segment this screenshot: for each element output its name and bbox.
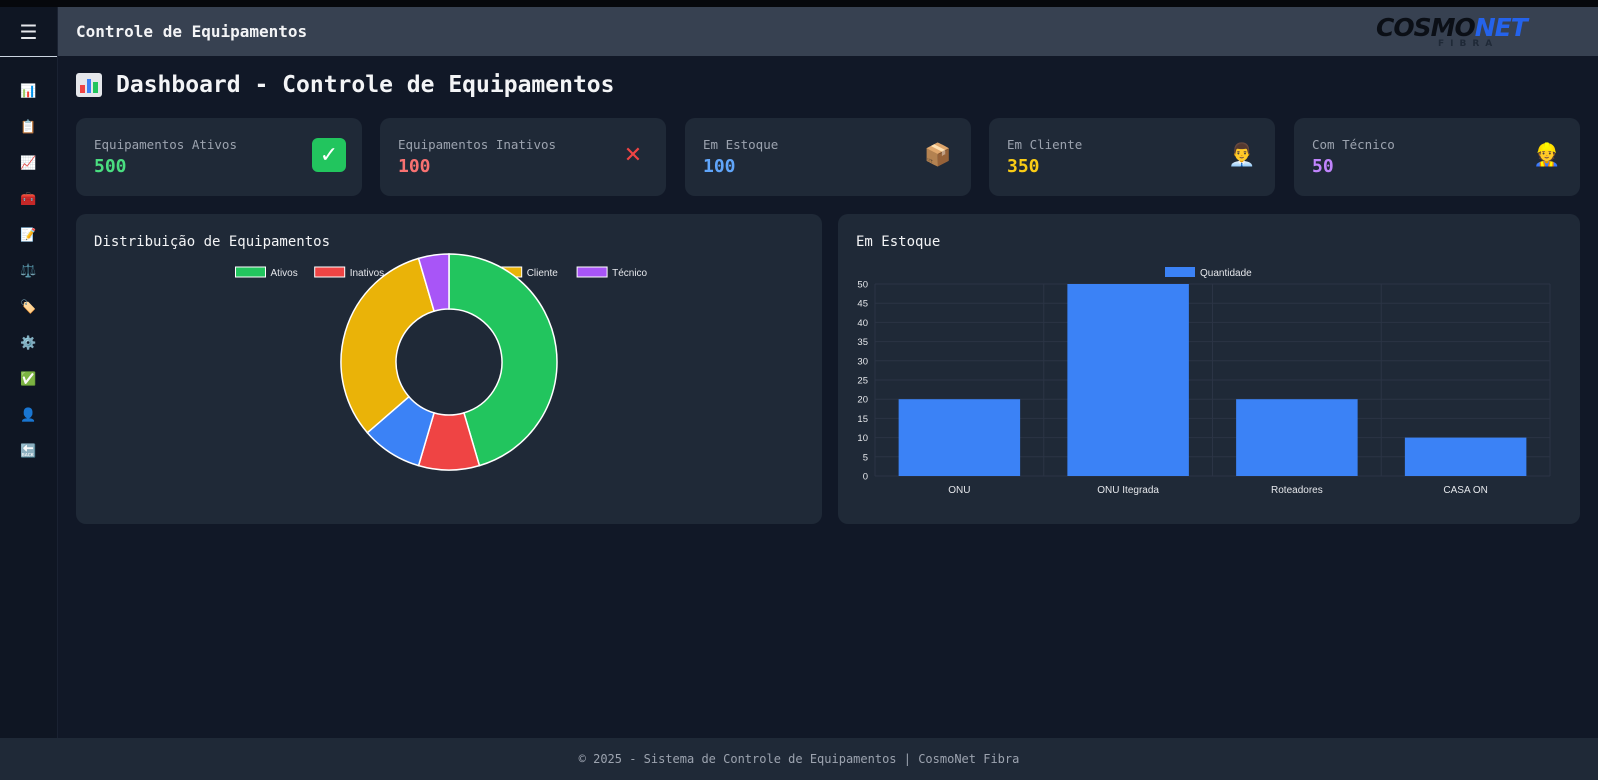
legend-swatch (1165, 267, 1195, 277)
distribution-panel: Distribuição de Equipamentos Ativos Inati… (76, 214, 822, 524)
y-tick-label: 45 (857, 299, 868, 310)
footer-text: © 2025 - Sistema de Controle de Equipame… (578, 752, 1020, 766)
card-label: Com Técnico (1312, 137, 1395, 152)
legend-swatch (576, 266, 608, 278)
toolbox-icon[interactable]: 🧰 (0, 181, 57, 217)
x-tick-label: CASA ON (1443, 485, 1487, 496)
stat-card: Equipamentos Ativos 500 ✓ (76, 118, 362, 196)
legend-item[interactable]: Técnico (576, 266, 648, 279)
legend-swatch (235, 266, 266, 278)
page-title: Dashboard - Controle de Equipamentos (76, 72, 615, 98)
bar-chart-icon (76, 73, 102, 97)
stat-card: Com Técnico 50 👷 (1294, 118, 1580, 196)
card-label: Equipamentos Inativos (398, 137, 557, 152)
top-bar: Controle de Equipamentos COSMONET FIBRA (58, 7, 1598, 56)
card-value: 500 (94, 156, 127, 177)
legend-label: Cliente (527, 268, 559, 279)
construction-worker-icon: 👷 (1533, 142, 1561, 168)
stat-card: Em Cliente 350 👨‍💼 (989, 118, 1275, 196)
card-label: Em Cliente (1007, 137, 1083, 152)
stat-card: Em Estoque 100 📦 (685, 118, 971, 196)
y-tick-label: 0 (863, 472, 868, 483)
y-tick-label: 5 (863, 452, 868, 463)
balance-scale-icon[interactable]: ⚖️ (0, 253, 57, 289)
legend-item[interactable]: Ativos (235, 266, 298, 279)
card-value: 350 (1007, 156, 1040, 177)
distribution-title: Distribuição de Equipamentos (94, 234, 331, 250)
y-tick-label: 30 (857, 356, 868, 367)
label-tag-icon[interactable]: 🏷️ (0, 289, 57, 325)
card-label: Em Estoque (703, 137, 779, 152)
sidebar-nav: 📊 📋 📈 🧰 📝 ⚖️ 🏷️ ⚙️ ✅ 👤 🔙 (0, 57, 57, 469)
footer: © 2025 - Sistema de Controle de Equipame… (0, 738, 1598, 780)
chart-increasing-icon[interactable]: 📈 (0, 145, 57, 181)
legend-item[interactable]: Quantidade (1165, 267, 1252, 279)
check-mark-icon: ✓ (312, 138, 346, 172)
top-strip (0, 0, 1598, 7)
cross-mark-icon: ✕ (623, 142, 643, 168)
stat-card: Equipamentos Inativos 100 ✕ (380, 118, 666, 196)
hamburger-icon[interactable]: ☰ (0, 7, 57, 57)
package-icon: 📦 (924, 142, 952, 168)
card-value: 50 (1312, 156, 1334, 177)
memo-icon[interactable]: 📝 (0, 217, 57, 253)
y-tick-label: 10 (857, 433, 868, 444)
stock-title: Em Estoque (856, 234, 941, 250)
y-tick-label: 20 (857, 395, 868, 406)
card-value: 100 (398, 156, 431, 177)
app-title: Controle de Equipamentos (76, 22, 308, 41)
y-tick-label: 15 (857, 414, 868, 425)
bar[interactable] (1236, 399, 1358, 476)
bar[interactable] (1404, 437, 1527, 476)
stock-panel: Em Estoque Quantidade 0 5 10 15 20 25 30 35 40 45 5… (838, 214, 1580, 524)
gear-icon[interactable]: ⚙️ (0, 325, 57, 361)
y-tick-label: 50 (857, 280, 868, 291)
legend-label: Ativos (271, 268, 298, 279)
distribution-chart: AtivosInativosEstoqueClienteTécnico (235, 253, 648, 471)
x-tick-label: Roteadores (1271, 485, 1323, 496)
legend-label: Inativos (350, 268, 384, 279)
stock-chart: Quantidade 0 5 10 15 20 25 30 35 40 45 50 ONU ONU Ite… (857, 267, 1551, 496)
bar-chart-icon[interactable]: 📊 (0, 73, 57, 109)
sidebar: ☰ 📊 📋 📈 🧰 📝 ⚖️ 🏷️ ⚙️ ✅ 👤 🔙 (0, 7, 58, 738)
brand-logo: COSMONET FIBRA (1376, 13, 1528, 49)
card-label: Equipamentos Ativos (94, 137, 237, 152)
y-tick-label: 35 (857, 337, 868, 348)
x-tick-label: ONU Itegrada (1097, 485, 1159, 496)
legend-swatch (314, 266, 346, 278)
y-tick-label: 40 (857, 318, 868, 329)
legend-item[interactable]: Inativos (314, 266, 384, 279)
bar[interactable] (898, 399, 1021, 476)
back-arrow-icon[interactable]: 🔙 (0, 433, 57, 469)
office-worker-icon: 👨‍💼 (1228, 142, 1256, 168)
legend-label: Quantidade (1200, 268, 1252, 279)
check-mark-icon[interactable]: ✅ (0, 361, 57, 397)
user-icon[interactable]: 👤 (0, 397, 57, 433)
card-value: 100 (703, 156, 736, 177)
y-tick-label: 25 (857, 376, 868, 387)
x-tick-label: ONU (948, 485, 970, 496)
legend-label: Técnico (612, 268, 647, 279)
clipboard-icon[interactable]: 📋 (0, 109, 57, 145)
bar[interactable] (1067, 284, 1189, 476)
